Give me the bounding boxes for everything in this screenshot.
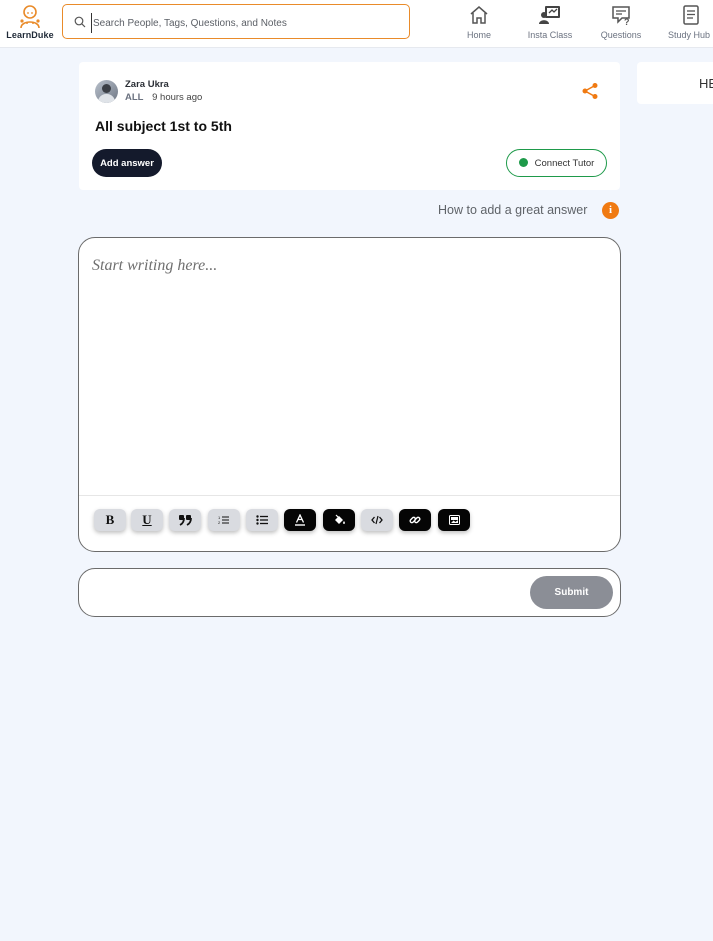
highlight-button[interactable] xyxy=(323,509,355,531)
underline-icon: U xyxy=(142,512,152,527)
image-icon xyxy=(448,515,460,525)
underline-button[interactable]: U xyxy=(131,509,163,531)
brand-name: LearnDuke xyxy=(6,30,54,40)
search-icon xyxy=(74,16,86,28)
nav-home-label: Home xyxy=(466,30,491,40)
question-meta: ALL 9 hours ago xyxy=(125,92,202,103)
link-icon xyxy=(409,516,421,524)
side-panel-heading: HE xyxy=(699,76,713,91)
connect-tutor-button[interactable]: Connect Tutor xyxy=(506,149,607,177)
nav-insta-class[interactable]: Insta Class xyxy=(523,4,577,40)
share-button[interactable] xyxy=(581,82,599,105)
image-button[interactable] xyxy=(438,509,470,531)
paint-bucket-icon xyxy=(334,514,345,524)
add-answer-button[interactable]: Add answer xyxy=(92,149,162,177)
code-button[interactable] xyxy=(361,509,393,531)
editor-toolbar-divider xyxy=(79,495,620,496)
study-hub-icon xyxy=(683,5,699,25)
brand-logo[interactable]: LearnDuke xyxy=(4,4,56,44)
home-icon xyxy=(470,6,488,24)
avatar[interactable] xyxy=(95,80,118,103)
answer-editor[interactable]: Start writing here... B U 1 2 xyxy=(78,237,621,552)
editor-placeholder[interactable]: Start writing here... xyxy=(92,257,217,275)
link-button[interactable] xyxy=(399,509,431,531)
top-navigation-bar: LearnDuke Home Insta Class ? xyxy=(0,0,713,48)
online-status-icon xyxy=(518,157,528,167)
bullet-list-button[interactable] xyxy=(246,509,278,531)
nav-insta-class-label: Insta Class xyxy=(527,30,573,40)
quote-icon xyxy=(179,515,192,526)
search-box[interactable] xyxy=(62,4,410,39)
side-panel-card: HE xyxy=(637,62,713,104)
quote-button[interactable] xyxy=(169,509,201,531)
nav-home[interactable]: Home xyxy=(463,4,495,40)
nav-study-hub-label: Study Hub xyxy=(668,30,711,40)
questions-icon: ? xyxy=(612,6,630,26)
text-color-button[interactable] xyxy=(284,509,316,531)
connect-tutor-label: Connect Tutor xyxy=(534,157,595,169)
share-icon xyxy=(582,83,598,99)
subject-tag[interactable]: ALL xyxy=(125,92,143,103)
svg-text:?: ? xyxy=(624,17,630,26)
ordered-list-icon: 1 2 xyxy=(218,515,229,525)
ordered-list-button[interactable]: 1 2 xyxy=(208,509,240,531)
insta-class-icon xyxy=(539,6,560,24)
svg-text:2: 2 xyxy=(218,520,221,525)
nav-study-hub[interactable]: Study Hub xyxy=(666,4,713,40)
text-color-icon xyxy=(295,514,305,526)
question-title: All subject 1st to 5th xyxy=(95,118,232,134)
question-time: 9 hours ago xyxy=(152,92,203,103)
author-name[interactable]: Zara Ukra xyxy=(125,79,169,90)
code-icon xyxy=(371,515,383,525)
nav-questions-label: Questions xyxy=(600,30,642,40)
bullet-list-icon xyxy=(255,515,268,525)
submit-button[interactable]: Submit xyxy=(530,576,613,609)
answer-guide-link[interactable]: How to add a great answer xyxy=(438,203,587,217)
question-card: Zara Ukra ALL 9 hours ago All subject 1s… xyxy=(79,62,620,190)
info-icon[interactable]: i xyxy=(602,202,619,219)
submit-bar: Submit xyxy=(78,568,621,617)
nav-questions[interactable]: ? Questions xyxy=(596,4,646,40)
bold-button[interactable]: B xyxy=(94,509,126,531)
search-input[interactable] xyxy=(91,13,395,33)
logo-icon xyxy=(20,5,40,29)
bold-icon: B xyxy=(105,512,115,527)
